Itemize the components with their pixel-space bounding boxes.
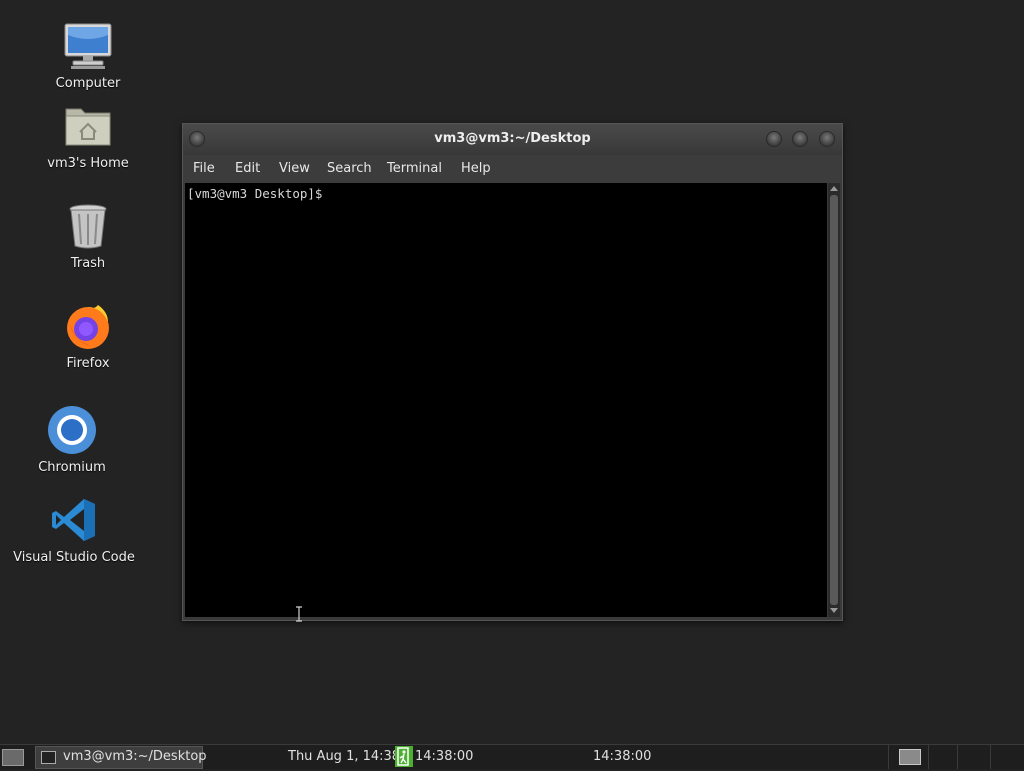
terminal-scrollbar[interactable] xyxy=(828,183,840,617)
computer-icon xyxy=(62,20,114,72)
taskbar-task-terminal[interactable]: vm3@vm3:~/Desktop xyxy=(35,746,207,769)
desktop-icon-vscode[interactable]: Visual Studio Code xyxy=(9,494,139,565)
desktop-icon-label: Trash xyxy=(70,256,106,271)
show-desktop-icon[interactable] xyxy=(2,749,24,766)
minimize-button[interactable] xyxy=(766,131,782,147)
scroll-up-arrow-icon[interactable] xyxy=(830,186,838,191)
taskbar-task-label: vm3@vm3:~/Desktop xyxy=(63,749,207,764)
taskbar-date-time[interactable]: Thu Aug 1, 14:38 xyxy=(288,749,400,764)
vscode-icon xyxy=(48,494,100,546)
desktop-icon-firefox[interactable]: Firefox xyxy=(23,300,153,371)
maximize-button[interactable] xyxy=(792,131,808,147)
firefox-icon xyxy=(62,300,114,352)
chromium-icon xyxy=(46,404,98,456)
taskbar-clock-center: 14:38:00 xyxy=(415,749,474,764)
menu-search[interactable]: Search xyxy=(327,161,372,176)
desktop-icon-label: Firefox xyxy=(66,356,110,371)
window-titlebar[interactable]: vm3@vm3:~/Desktop xyxy=(183,124,842,156)
home-folder-icon xyxy=(62,100,114,152)
desktop-icon-home[interactable]: vm3's Home xyxy=(23,100,153,171)
taskbar-separator xyxy=(888,745,889,769)
scroll-down-arrow-icon[interactable] xyxy=(830,608,838,613)
desktop-icon-computer[interactable]: Computer xyxy=(23,20,153,91)
terminal-window[interactable]: vm3@vm3:~/Desktop File Edit View Search … xyxy=(182,123,843,621)
menu-file[interactable]: File xyxy=(193,161,215,176)
menu-terminal[interactable]: Terminal xyxy=(387,161,442,176)
close-button[interactable] xyxy=(819,131,835,147)
window-title: vm3@vm3:~/Desktop xyxy=(434,131,591,146)
exit-icon[interactable] xyxy=(395,746,413,767)
taskbar: vm3@vm3:~/Desktop Thu Aug 1, 14:38 14:38… xyxy=(0,744,1024,769)
desktop-icon-label: Computer xyxy=(55,76,121,91)
desktop-icon-label: Chromium xyxy=(38,460,106,475)
desktop-icon-chromium[interactable]: Chromium xyxy=(7,404,137,475)
shell-prompt: [vm3@vm3 Desktop]$ xyxy=(187,186,330,201)
menu-help[interactable]: Help xyxy=(461,161,491,176)
trash-icon xyxy=(62,200,114,252)
desktop-icon-label: Visual Studio Code xyxy=(13,550,135,565)
desktop-icon-trash[interactable]: Trash xyxy=(23,200,153,271)
taskbar-separator xyxy=(928,745,929,769)
taskbar-clock-right[interactable]: 14:38:00 xyxy=(593,749,651,764)
menu-view[interactable]: View xyxy=(279,161,310,176)
ibeam-cursor-icon xyxy=(296,606,302,622)
workspace-switcher-icon[interactable] xyxy=(899,749,921,765)
scroll-thumb[interactable] xyxy=(830,195,838,605)
menu-edit[interactable]: Edit xyxy=(235,161,260,176)
taskbar-separator xyxy=(990,745,991,769)
terminal-icon xyxy=(41,751,56,764)
taskbar-separator xyxy=(957,745,958,769)
menu-bar: File Edit View Search Terminal Help xyxy=(183,155,842,183)
desktop-icon-label: vm3's Home xyxy=(47,156,129,171)
desktop: Computer vm3's Home Trash Firefox Chromi… xyxy=(0,0,1024,744)
terminal-output[interactable]: [vm3@vm3 Desktop]$ xyxy=(185,183,827,617)
